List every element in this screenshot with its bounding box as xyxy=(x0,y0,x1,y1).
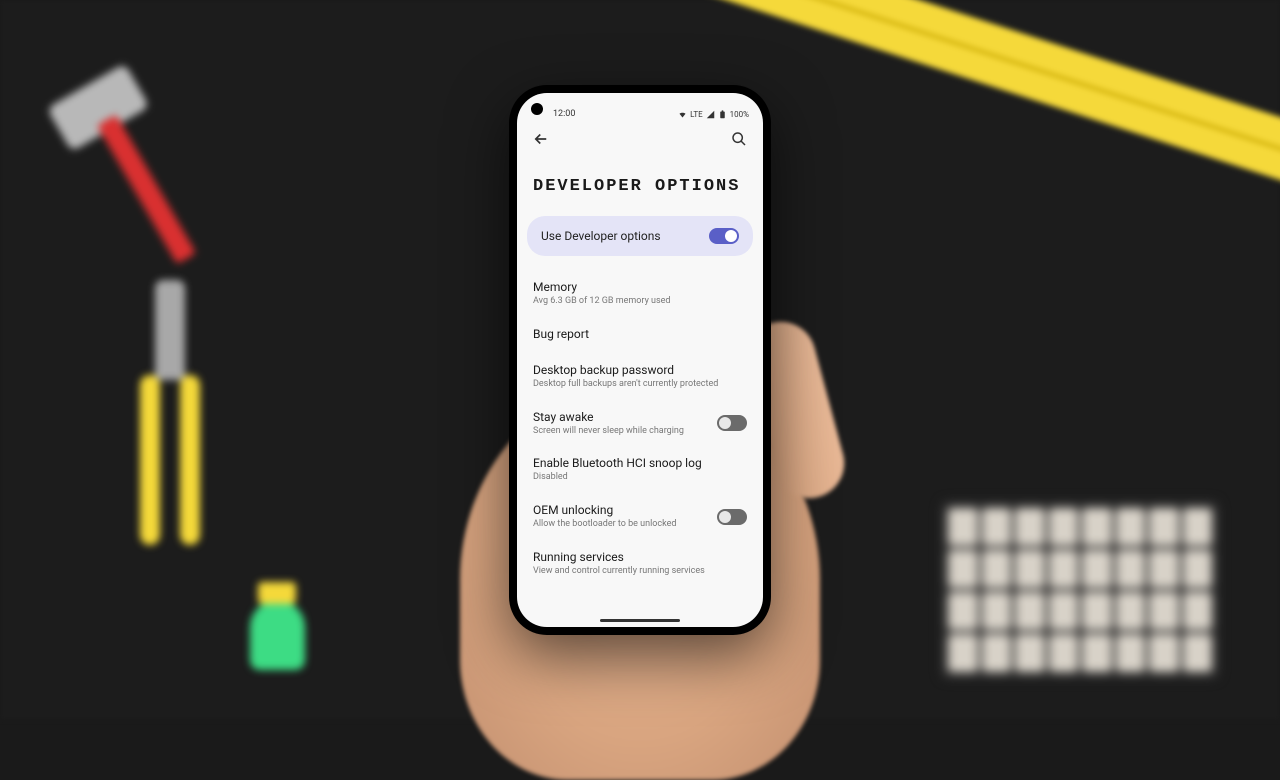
wifi-icon xyxy=(678,110,687,119)
search-button[interactable] xyxy=(727,127,751,151)
settings-list[interactable]: Memory Avg 6.3 GB of 12 GB memory used Bug… xyxy=(517,270,763,627)
home-indicator[interactable] xyxy=(600,619,680,622)
master-toggle-row[interactable]: Use Developer options xyxy=(527,216,753,256)
status-battery: 100% xyxy=(730,110,749,119)
camera-punch-hole xyxy=(531,103,543,115)
setting-text: Memory Avg 6.3 GB of 12 GB memory used xyxy=(533,280,747,307)
android-figurine-prop xyxy=(250,600,305,670)
back-button[interactable] xyxy=(529,127,553,151)
setting-title: OEM unlocking xyxy=(533,503,707,517)
setting-title: Stay awake xyxy=(533,410,707,424)
page-title: DEVELOPER OPTIONS xyxy=(517,157,763,212)
setting-subtitle: Allow the bootloader to be unlocked xyxy=(533,519,707,530)
setting-item[interactable]: OEM unlocking Allow the bootloader to be … xyxy=(533,493,747,540)
keyboard-prop xyxy=(940,500,1220,680)
setting-title: Memory xyxy=(533,280,747,294)
setting-item[interactable]: Memory Avg 6.3 GB of 12 GB memory used xyxy=(533,270,747,317)
status-time: 12:00 xyxy=(553,109,575,119)
setting-subtitle: Disabled xyxy=(533,472,747,483)
setting-subtitle: Avg 6.3 GB of 12 GB memory used xyxy=(533,296,747,307)
toggle-knob xyxy=(719,511,731,523)
setting-item[interactable]: Running services View and control current… xyxy=(533,540,747,587)
setting-subtitle: View and control currently running servi… xyxy=(533,566,747,577)
setting-item[interactable]: Bug report xyxy=(533,317,747,353)
phone-frame: 12:00 LTE 100% DEVELOPER OPTIONS Use Dev… xyxy=(509,85,771,635)
setting-title: Bug report xyxy=(533,327,747,341)
status-bar: 12:00 LTE 100% xyxy=(517,93,763,121)
arrow-back-icon xyxy=(532,130,550,148)
setting-toggle-switch[interactable] xyxy=(717,509,747,525)
setting-toggle-switch[interactable] xyxy=(717,415,747,431)
battery-icon xyxy=(718,110,727,119)
master-toggle-label: Use Developer options xyxy=(541,229,661,243)
setting-title: Running services xyxy=(533,550,747,564)
setting-text: Bug report xyxy=(533,327,747,343)
setting-item[interactable]: Stay awake Screen will never sleep while … xyxy=(533,400,747,447)
app-bar xyxy=(517,121,763,157)
toggle-knob xyxy=(725,230,737,242)
setting-subtitle: Screen will never sleep while charging xyxy=(533,426,707,437)
setting-item[interactable]: Desktop backup password Desktop full back… xyxy=(533,353,747,400)
setting-text: OEM unlocking Allow the bootloader to be … xyxy=(533,503,707,530)
toggle-knob xyxy=(719,417,731,429)
setting-item[interactable]: Enable Bluetooth HCI snoop log Disabled xyxy=(533,446,747,493)
pliers-prop xyxy=(120,280,220,560)
setting-title: Enable Bluetooth HCI snoop log xyxy=(533,456,747,470)
setting-text: Enable Bluetooth HCI snoop log Disabled xyxy=(533,456,747,483)
setting-text: Running services View and control current… xyxy=(533,550,747,577)
status-network: LTE xyxy=(690,110,703,119)
search-icon xyxy=(731,131,747,147)
setting-text: Desktop backup password Desktop full back… xyxy=(533,363,747,390)
signal-icon xyxy=(706,110,715,119)
phone-screen: 12:00 LTE 100% DEVELOPER OPTIONS Use Dev… xyxy=(517,93,763,627)
master-toggle-switch[interactable] xyxy=(709,228,739,244)
setting-text: Stay awake Screen will never sleep while … xyxy=(533,410,707,437)
setting-subtitle: Desktop full backups aren't currently pr… xyxy=(533,379,747,390)
setting-title: Desktop backup password xyxy=(533,363,747,377)
